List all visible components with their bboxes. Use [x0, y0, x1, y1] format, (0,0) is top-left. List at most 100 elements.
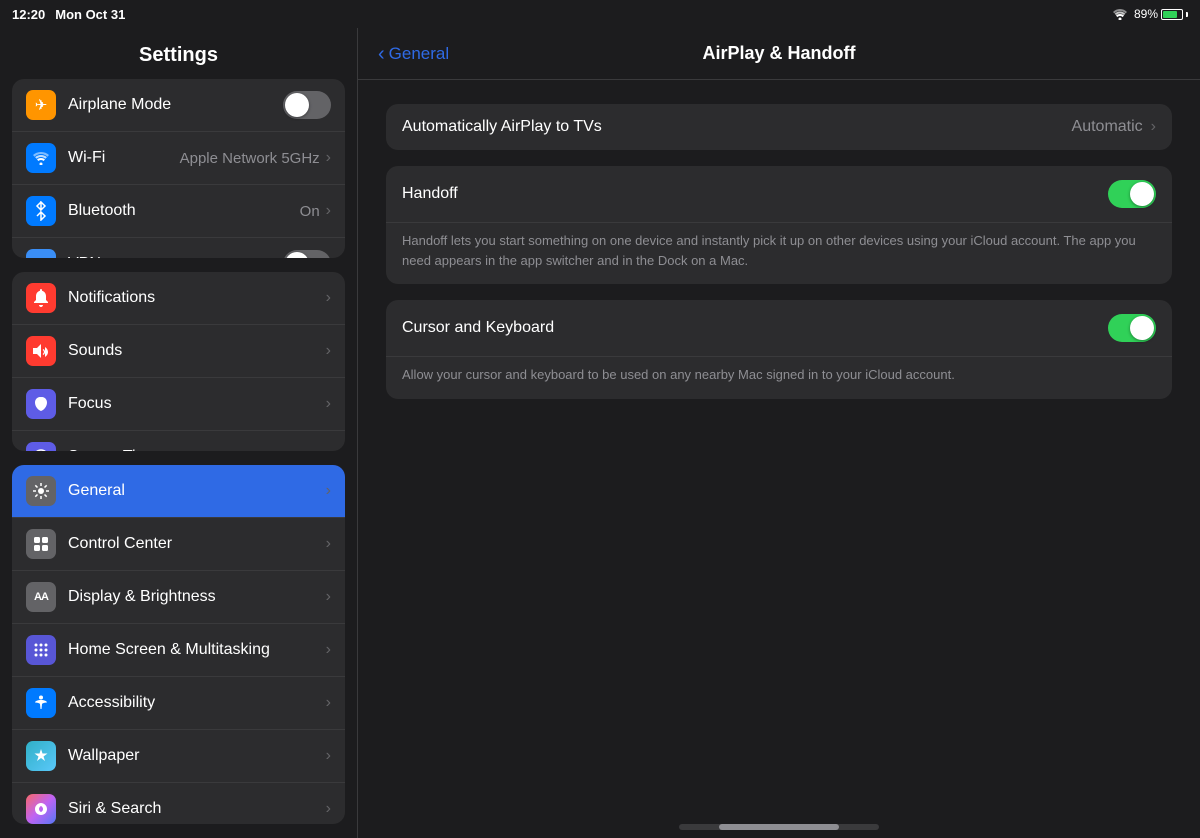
- sidebar-group-settings: General › Control Center ›: [12, 465, 345, 824]
- bluetooth-value: On: [300, 203, 320, 220]
- display-chevron: ›: [326, 588, 331, 606]
- accessibility-chevron: ›: [326, 694, 331, 712]
- status-date: Mon Oct 31: [55, 7, 125, 22]
- vpn-toggle-knob: [285, 252, 309, 258]
- homescreen-svg: [33, 642, 49, 658]
- sidebar-item-bluetooth[interactable]: Bluetooth On ›: [12, 185, 345, 238]
- battery-indicator: 89%: [1134, 7, 1188, 21]
- screentime-svg: [33, 449, 49, 451]
- sidebar-item-wallpaper[interactable]: Wallpaper ›: [12, 730, 345, 783]
- sidebar-item-focus[interactable]: Focus ›: [12, 378, 345, 431]
- sidebar-item-screentime[interactable]: Screen Time ›: [12, 431, 345, 451]
- sounds-icon: [26, 336, 56, 366]
- vpn-label: VPN: [68, 255, 283, 258]
- handoff-description: Handoff lets you start something on one …: [386, 223, 1172, 284]
- siri-chevron: ›: [326, 800, 331, 818]
- siri-label: Siri & Search: [68, 800, 326, 818]
- sidebar-item-notifications[interactable]: Notifications ›: [12, 272, 345, 325]
- wallpaper-chevron: ›: [326, 747, 331, 765]
- notifications-icon: [26, 283, 56, 313]
- content-body: Automatically AirPlay to TVs Automatic ›…: [358, 80, 1200, 824]
- wifi-status-icon: [1112, 8, 1128, 20]
- notifications-chevron: ›: [326, 289, 331, 307]
- display-icon: AA: [26, 582, 56, 612]
- accessibility-svg: [33, 695, 49, 711]
- handoff-label: Handoff: [402, 185, 1108, 203]
- content-title: AirPlay & Handoff: [702, 43, 855, 64]
- sidebar-item-accessibility[interactable]: Accessibility ›: [12, 677, 345, 730]
- focus-icon: [26, 389, 56, 419]
- airplay-tvs-value: Automatic: [1072, 118, 1143, 136]
- sidebar-item-airplane[interactable]: ✈ Airplane Mode: [12, 79, 345, 132]
- sidebar-item-sounds[interactable]: Sounds ›: [12, 325, 345, 378]
- controlcenter-label: Control Center: [68, 535, 326, 553]
- content-area: ‹ General AirPlay & Handoff Automaticall…: [358, 28, 1200, 838]
- handoff-toggle-knob: [1130, 182, 1154, 206]
- vpn-icon: VPN: [26, 249, 56, 258]
- homescreen-icon: [26, 635, 56, 665]
- controlcenter-chevron: ›: [326, 535, 331, 553]
- handoff-toggle[interactable]: [1108, 180, 1156, 208]
- wifi-label: Wi-Fi: [68, 149, 180, 167]
- siri-svg: [34, 802, 48, 816]
- sidebar-item-general[interactable]: General ›: [12, 465, 345, 518]
- wifi-chevron: ›: [326, 149, 331, 167]
- wifi-icon: [26, 143, 56, 173]
- cursor-row: Cursor and Keyboard: [386, 300, 1172, 357]
- homescreen-chevron: ›: [326, 641, 331, 659]
- screentime-chevron: ›: [326, 448, 331, 451]
- sidebar-title: Settings: [0, 28, 357, 79]
- back-button[interactable]: ‹ General: [378, 44, 449, 64]
- cursor-label: Cursor and Keyboard: [402, 319, 1108, 337]
- focus-label: Focus: [68, 395, 326, 413]
- sidebar-item-display[interactable]: AA Display & Brightness ›: [12, 571, 345, 624]
- sidebar-group-notifications: Notifications › Sounds ›: [12, 272, 345, 451]
- general-chevron: ›: [326, 482, 331, 500]
- scroll-thumb: [719, 824, 839, 830]
- airplay-tvs-chevron: ›: [1151, 118, 1156, 136]
- wallpaper-label: Wallpaper: [68, 747, 326, 765]
- sidebar-group-connectivity: ✈ Airplane Mode Wi-Fi App: [12, 79, 345, 258]
- bluetooth-icon: [26, 196, 56, 226]
- scroll-indicator: [679, 824, 879, 830]
- status-bar-left: 12:20 Mon Oct 31: [12, 7, 125, 22]
- notifications-label: Notifications: [68, 289, 326, 307]
- bluetooth-svg: [34, 201, 48, 221]
- notifications-svg: [33, 289, 49, 307]
- sounds-svg: [32, 343, 50, 359]
- battery-percent: 89%: [1134, 7, 1158, 21]
- sounds-label: Sounds: [68, 342, 326, 360]
- sidebar: Settings ✈ Airplane Mode: [0, 28, 358, 838]
- wifi-svg: [32, 151, 50, 165]
- wallpaper-svg: [33, 748, 49, 764]
- cursor-toggle-knob: [1130, 316, 1154, 340]
- homescreen-label: Home Screen & Multitasking: [68, 641, 326, 659]
- back-chevron-icon: ‹: [378, 44, 385, 64]
- wifi-value: Apple Network 5GHz: [180, 150, 320, 167]
- sidebar-item-vpn[interactable]: VPN VPN: [12, 238, 345, 258]
- cursor-description: Allow your cursor and keyboard to be use…: [386, 357, 1172, 399]
- airplay-card: Automatically AirPlay to TVs Automatic ›: [386, 104, 1172, 150]
- main-layout: Settings ✈ Airplane Mode: [0, 28, 1200, 838]
- sounds-chevron: ›: [326, 342, 331, 360]
- controlcenter-svg: [33, 536, 49, 552]
- airplane-toggle[interactable]: [283, 91, 331, 119]
- handoff-row: Handoff: [386, 166, 1172, 223]
- sidebar-item-wifi[interactable]: Wi-Fi Apple Network 5GHz ›: [12, 132, 345, 185]
- sidebar-item-siri[interactable]: Siri & Search ›: [12, 783, 345, 824]
- general-label: General: [68, 482, 326, 500]
- wallpaper-icon: [26, 741, 56, 771]
- vpn-toggle[interactable]: [283, 250, 331, 258]
- airplay-tvs-row[interactable]: Automatically AirPlay to TVs Automatic ›: [386, 104, 1172, 150]
- back-label: General: [389, 44, 449, 64]
- siri-icon: [26, 794, 56, 824]
- cursor-toggle[interactable]: [1108, 314, 1156, 342]
- sidebar-item-controlcenter[interactable]: Control Center ›: [12, 518, 345, 571]
- airplane-label: Airplane Mode: [68, 96, 283, 114]
- sidebar-item-homescreen[interactable]: Home Screen & Multitasking ›: [12, 624, 345, 677]
- accessibility-label: Accessibility: [68, 694, 326, 712]
- cursor-card: Cursor and Keyboard Allow your cursor an…: [386, 300, 1172, 399]
- focus-svg: [33, 396, 49, 412]
- bluetooth-chevron: ›: [326, 202, 331, 220]
- accessibility-icon: [26, 688, 56, 718]
